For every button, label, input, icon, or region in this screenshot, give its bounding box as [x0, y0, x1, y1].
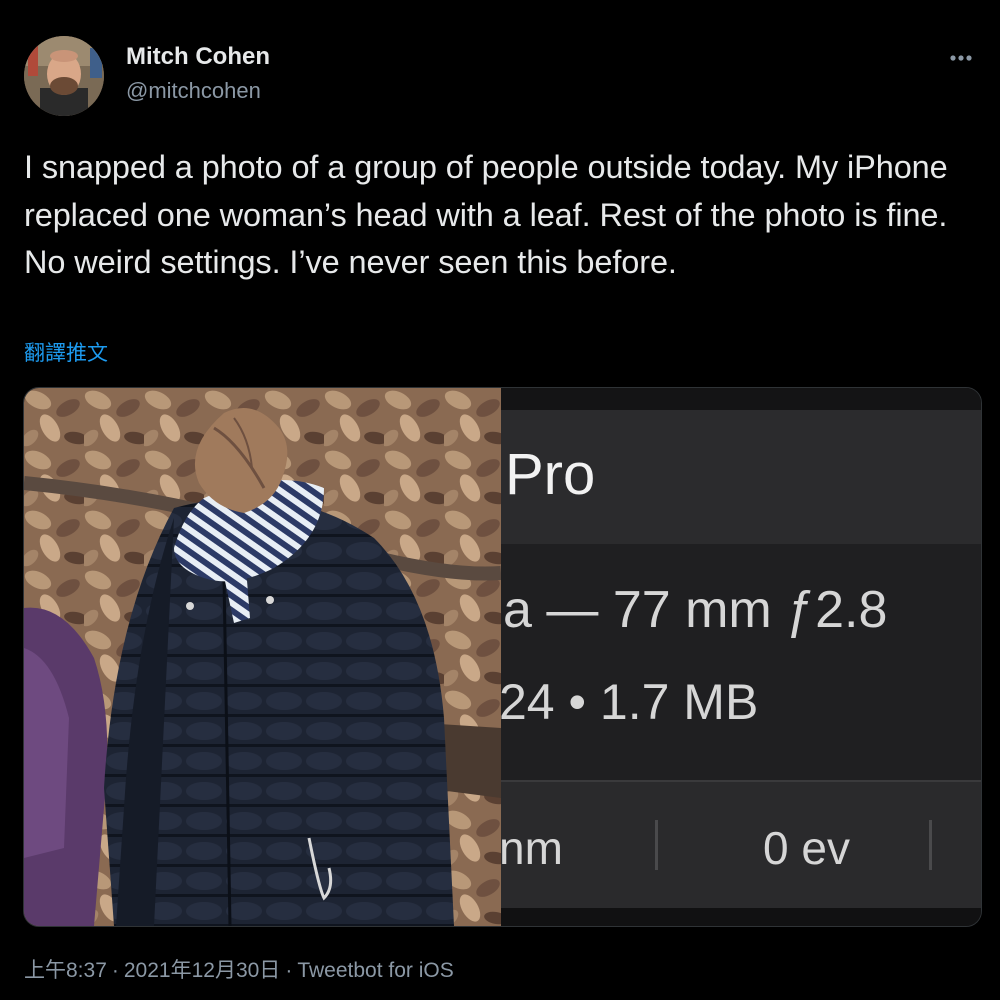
tweet-date[interactable]: 2021年12月30日	[124, 959, 280, 982]
info-panel-top-strip	[501, 388, 981, 410]
info-panel-bottom-strip	[501, 908, 981, 926]
author-handle[interactable]: @mitchcohen	[126, 76, 270, 106]
tweet-source-app[interactable]: Tweetbot for iOS	[297, 959, 453, 982]
info-exposure-value: 0 ev	[763, 822, 850, 874]
photo-image	[24, 388, 501, 926]
photo-people-outside[interactable]	[24, 388, 501, 926]
tweet-media[interactable]: Pro a — 77 mm ƒ2.8 24 • 1.7 MB nm 0 ev	[23, 387, 982, 927]
info-separator-right	[929, 820, 932, 870]
tweet-text: I snapped a photo of a group of people o…	[24, 149, 948, 280]
info-focal-length: nm	[501, 822, 563, 874]
info-camera-title: Pro	[505, 442, 596, 507]
info-file-size: 24 • 1.7 MB	[501, 674, 759, 730]
meta-separator: ·	[111, 959, 119, 982]
author-display-name[interactable]: Mitch Cohen	[126, 42, 270, 72]
more-options-button[interactable]	[946, 46, 976, 70]
photo-info-panel: Pro a — 77 mm ƒ2.8 24 • 1.7 MB nm 0 ev	[501, 388, 981, 926]
info-exposure-section	[501, 782, 981, 926]
tweet-time[interactable]: 上午8:37	[24, 959, 107, 982]
author-avatar[interactable]	[24, 36, 104, 116]
meta-separator: ·	[285, 959, 293, 982]
translate-tweet-link[interactable]: 翻譯推文	[24, 340, 108, 368]
author-block: Mitch Cohen @mitchcohen	[126, 42, 270, 106]
tweet-meta: 上午8:37 · 2021年12月30日 · Tweetbot for iOS	[24, 956, 454, 986]
avatar-image	[24, 36, 104, 116]
tweet-card: Mitch Cohen @mitchcohen I snapped a phot…	[0, 0, 1000, 1000]
info-separator-left	[655, 820, 658, 870]
info-lens-details: a — 77 mm ƒ2.8	[503, 581, 888, 639]
ellipsis-icon	[950, 55, 972, 61]
